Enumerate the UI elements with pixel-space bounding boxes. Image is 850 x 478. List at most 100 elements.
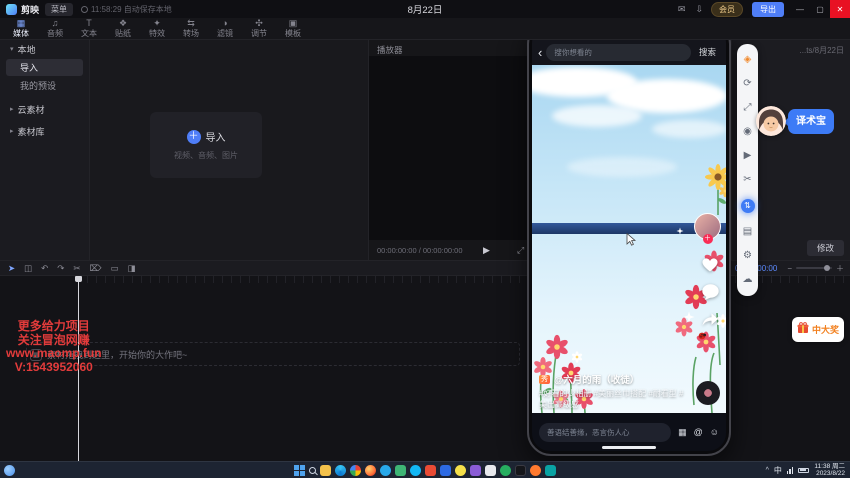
modify-button[interactable]: 修改 — [807, 240, 844, 256]
tab-effects[interactable]: ✦特效 — [140, 19, 174, 38]
settings-icon[interactable]: ⚙ — [743, 251, 752, 261]
import-plus-icon: ＋ — [187, 130, 201, 144]
sidebar-item-presets[interactable]: 我的预设 — [6, 77, 83, 94]
sidebar-item-local[interactable]: ▾本地 — [0, 40, 89, 58]
network-icon[interactable] — [787, 467, 794, 474]
tab-template[interactable]: ▣模板 — [276, 19, 310, 38]
taskbar-app-icon[interactable] — [440, 465, 451, 476]
weather-widget-icon[interactable] — [4, 465, 15, 476]
fullscreen-icon[interactable]: ⤢ — [517, 245, 524, 256]
taskbar-app-icon[interactable] — [500, 465, 511, 476]
crop-icon[interactable]: ◨ — [128, 261, 136, 275]
minimize-button[interactable]: — — [790, 0, 810, 18]
mirror-app-icon[interactable]: ◈ — [744, 55, 752, 65]
emoji-icon[interactable]: ☺ — [710, 427, 719, 437]
screenshot-icon[interactable]: ◉ — [743, 127, 752, 137]
author-name[interactable]: @六月的雨（收徒） — [554, 372, 639, 386]
vip-button[interactable]: 会员 — [711, 2, 743, 17]
effects-tab-icon: ✦ — [153, 19, 161, 28]
play-button[interactable]: ▶ — [483, 245, 490, 256]
tab-media[interactable]: ▦媒体 — [4, 19, 38, 38]
player-timecode: 00:00:00:00 / 00:00:00:00 — [377, 246, 463, 255]
taskbar-app-icon[interactable] — [380, 465, 391, 476]
mention-icon[interactable]: @ — [694, 427, 703, 437]
delete-icon[interactable]: ⌦ — [90, 261, 102, 275]
taskbar-start-button[interactable] — [294, 465, 305, 476]
tab-sticker[interactable]: ❖贴纸 — [106, 19, 140, 38]
undo-icon[interactable]: ↶ — [41, 261, 48, 275]
taskbar-app-icon[interactable] — [455, 465, 466, 476]
sidebar-item-import[interactable]: 导入 — [6, 59, 83, 76]
rotate-icon[interactable]: ⟳ — [743, 79, 751, 89]
taskbar-app-icon[interactable] — [335, 465, 346, 476]
input-language-indicator[interactable]: 中 — [774, 465, 782, 476]
share-icon[interactable] — [700, 311, 720, 332]
sidebar-item-cloud[interactable]: ▸云素材 — [0, 100, 89, 118]
battery-icon[interactable] — [798, 468, 809, 473]
record-icon[interactable]: ▶ — [744, 151, 752, 161]
music-disc-icon[interactable] — [696, 381, 720, 405]
tray-expand-icon[interactable]: ^ — [766, 467, 769, 474]
taskbar-app-icon[interactable] — [350, 465, 361, 476]
autosave-text: 11:58:29 自动保存本地 — [91, 4, 172, 15]
comment-icon[interactable] — [701, 283, 720, 306]
comment-input[interactable]: 善语结善缘，恶言伤人心 — [539, 423, 671, 442]
maximize-button[interactable]: ▢ — [810, 0, 830, 18]
photo-icon[interactable]: ▦ — [678, 427, 687, 438]
promo-widget[interactable]: 中大奖 — [792, 317, 844, 342]
taskbar-app-icon[interactable] — [470, 465, 481, 476]
taskbar-app-icon[interactable] — [530, 465, 541, 476]
tab-adjust[interactable]: ✣调节 — [242, 19, 276, 38]
redo-icon[interactable]: ↷ — [57, 261, 64, 275]
video-caption: 秀 @六月的雨（收徒） #好看的少相册 #美丽丝巾搭配 #耐看型 # 美出高级感 — [539, 372, 692, 410]
taskbar-app-icon[interactable] — [365, 465, 376, 476]
creator-avatar[interactable] — [694, 213, 721, 240]
assistant-avatar[interactable] — [756, 106, 786, 136]
import-dropzone[interactable]: ＋ 导入 视频、音频、图片 — [150, 112, 262, 178]
search-button[interactable]: 搜索 — [699, 46, 716, 58]
zoom-out-icon[interactable]: − — [787, 264, 792, 273]
like-icon[interactable] — [700, 255, 720, 278]
text-tab-icon: T — [86, 19, 92, 28]
document-title: 8月22日 — [408, 0, 443, 18]
taskbar-app-icon[interactable] — [485, 465, 496, 476]
select-tool-icon[interactable]: ◫ — [24, 261, 32, 275]
search-input[interactable]: 搜你想看的 — [546, 44, 691, 61]
taskbar-app-icon[interactable] — [515, 465, 526, 476]
cloud-download-icon[interactable]: ☁ — [743, 275, 753, 285]
menu-button[interactable]: 菜单 — [45, 3, 73, 16]
sidebar-item-library[interactable]: ▸素材库 — [0, 122, 89, 140]
autosave-status: 11:58:29 自动保存本地 — [81, 4, 172, 15]
export-button[interactable]: 导出 — [752, 2, 784, 17]
zoom-in-icon[interactable]: ＋ — [836, 263, 844, 274]
taskbar-app-icon[interactable] — [395, 465, 406, 476]
tab-filter[interactable]: ◑滤镜 — [208, 19, 242, 38]
mirror-clip-icon[interactable]: ▭ — [111, 261, 119, 275]
taskbar-clock[interactable]: 11:38 周二 2023/8/22 — [814, 463, 845, 478]
close-button[interactable]: ✕ — [830, 0, 850, 18]
taskbar-app-icon[interactable] — [320, 465, 331, 476]
video-content[interactable]: 秀 @六月的雨（收徒） #好看的少相册 #美丽丝巾搭配 #耐看型 # 美出高级感 — [532, 65, 726, 413]
clip-icon[interactable]: ✂ — [743, 175, 751, 185]
phone-screen: 上午11:38 ‹ 搜你想看的 搜索 — [532, 25, 726, 451]
fullscreen-icon[interactable]: ⤢ — [744, 103, 752, 113]
tab-transition[interactable]: ⇆转场 — [174, 19, 208, 38]
taskbar-app-icon[interactable] — [410, 465, 421, 476]
back-icon[interactable]: ‹ — [538, 46, 542, 59]
assistant-bubble[interactable]: 译术宝 — [788, 109, 834, 134]
timeline-zoom: − ＋ — [787, 263, 844, 274]
message-icon[interactable]: ✉ — [673, 4, 691, 15]
taskbar-search-button[interactable] — [309, 467, 316, 474]
cast-icon[interactable]: ⇅ — [741, 199, 755, 213]
split-icon[interactable]: ✂ — [73, 261, 80, 275]
tab-text[interactable]: T文本 — [72, 19, 106, 38]
cursor-tool-icon[interactable]: ➤ — [8, 261, 15, 275]
gift-icon — [797, 321, 809, 339]
watermark-text: 更多给力项目 关注冒泡网赚 www.maomp.fun V:1543952060 — [6, 320, 102, 374]
clipboard-icon[interactable]: ▤ — [743, 227, 752, 237]
taskbar-app-icon[interactable] — [425, 465, 436, 476]
tab-audio[interactable]: ♫音频 — [38, 19, 72, 38]
download-icon[interactable]: ⇩ — [690, 4, 708, 15]
zoom-slider[interactable] — [796, 267, 832, 269]
taskbar-app-icon[interactable] — [545, 465, 556, 476]
